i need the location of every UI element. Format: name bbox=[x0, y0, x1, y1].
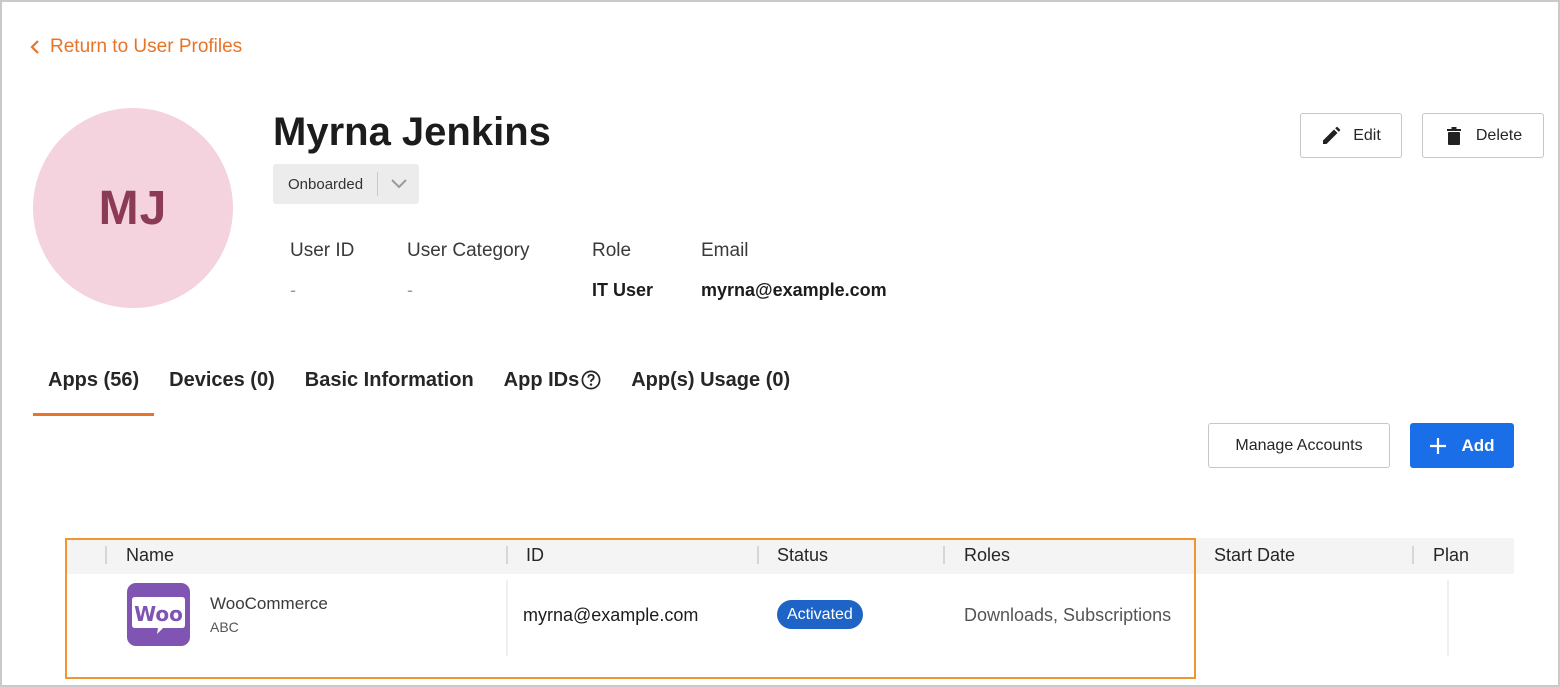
tab-app-ids-label: App IDs bbox=[503, 369, 580, 391]
column-header-start-date[interactable]: Start Date bbox=[1214, 538, 1295, 574]
status-dropdown[interactable]: Onboarded bbox=[273, 164, 419, 204]
user-category-value: - bbox=[407, 280, 413, 300]
chevron-down-icon bbox=[378, 178, 419, 190]
edit-button[interactable]: Edit bbox=[1300, 113, 1402, 158]
app-roles: Downloads, Subscriptions bbox=[964, 605, 1172, 625]
add-button-label: Add bbox=[1461, 435, 1495, 455]
cell-separator bbox=[506, 580, 508, 656]
cell-separator bbox=[1447, 580, 1449, 656]
avatar: MJ bbox=[33, 108, 233, 308]
tab-devices-label: Devices (0) bbox=[169, 369, 275, 391]
column-resize-handle[interactable] bbox=[757, 546, 759, 564]
user-id-value: - bbox=[290, 280, 296, 300]
column-header-name[interactable]: Name bbox=[126, 538, 174, 574]
delete-button[interactable]: Delete bbox=[1422, 113, 1544, 158]
manage-accounts-button[interactable]: Manage Accounts bbox=[1208, 423, 1390, 468]
tab-apps-label: Apps (56) bbox=[48, 369, 140, 391]
app-name: WooCommerce bbox=[210, 594, 328, 613]
table-header: Name ID Status Roles Start Date Plan bbox=[66, 538, 1514, 574]
tab-app-usage-label: App(s) Usage (0) bbox=[631, 369, 791, 391]
user-id-label: User ID bbox=[290, 240, 355, 261]
tab-bar: Apps (56) Devices (0) Basic Information … bbox=[33, 366, 805, 416]
app-subtitle: ABC bbox=[210, 619, 239, 635]
column-resize-handle[interactable] bbox=[1412, 546, 1414, 564]
tab-app-ids[interactable]: App IDs bbox=[489, 366, 617, 416]
status-badge: Activated bbox=[777, 600, 863, 629]
add-button[interactable]: Add bbox=[1410, 423, 1514, 468]
user-category-field: User Category - bbox=[407, 240, 530, 301]
edit-button-label: Edit bbox=[1353, 126, 1381, 144]
tab-app-usage[interactable]: App(s) Usage (0) bbox=[616, 366, 805, 416]
column-header-plan[interactable]: Plan bbox=[1433, 538, 1469, 574]
manage-accounts-label: Manage Accounts bbox=[1235, 436, 1363, 454]
help-circle-icon[interactable] bbox=[581, 370, 601, 390]
page-title: Myrna Jenkins bbox=[273, 110, 551, 154]
svg-text:Woo: Woo bbox=[134, 602, 183, 626]
tab-basic-information[interactable]: Basic Information bbox=[290, 366, 489, 416]
pencil-icon bbox=[1323, 126, 1341, 144]
woocommerce-logo-icon: Woo bbox=[127, 583, 190, 646]
column-header-id[interactable]: ID bbox=[526, 538, 544, 574]
delete-button-label: Delete bbox=[1475, 126, 1523, 144]
user-category-label: User Category bbox=[407, 240, 530, 261]
user-id-field: User ID - bbox=[290, 240, 354, 301]
role-field: Role IT User bbox=[592, 240, 653, 301]
tab-devices[interactable]: Devices (0) bbox=[154, 366, 290, 416]
table-row[interactable]: Woo WooCommerce ABC myrna@example.com Ac… bbox=[66, 574, 1514, 678]
return-to-user-profiles-link[interactable]: Return to User Profiles bbox=[28, 36, 242, 58]
chevron-left-icon bbox=[30, 40, 39, 54]
email-value: myrna@example.com bbox=[701, 280, 887, 300]
back-link-label: Return to User Profiles bbox=[50, 36, 243, 57]
column-header-status[interactable]: Status bbox=[777, 538, 828, 574]
column-header-roles[interactable]: Roles bbox=[964, 538, 1010, 574]
email-field: Email myrna@example.com bbox=[701, 240, 887, 301]
tab-basic-information-label: Basic Information bbox=[304, 369, 474, 391]
column-separator bbox=[105, 546, 107, 564]
column-resize-handle[interactable] bbox=[943, 546, 945, 564]
trash-icon bbox=[1446, 126, 1461, 145]
role-value: IT User bbox=[592, 280, 654, 300]
role-label: Role bbox=[592, 240, 632, 261]
column-resize-handle[interactable] bbox=[506, 546, 508, 564]
app-account-id: myrna@example.com bbox=[523, 605, 699, 625]
tab-apps[interactable]: Apps (56) bbox=[33, 366, 155, 416]
status-dropdown-value: Onboarded bbox=[288, 175, 364, 193]
plus-icon bbox=[1430, 437, 1447, 454]
email-label: Email bbox=[701, 240, 749, 261]
avatar-initials: MJ bbox=[98, 181, 168, 235]
